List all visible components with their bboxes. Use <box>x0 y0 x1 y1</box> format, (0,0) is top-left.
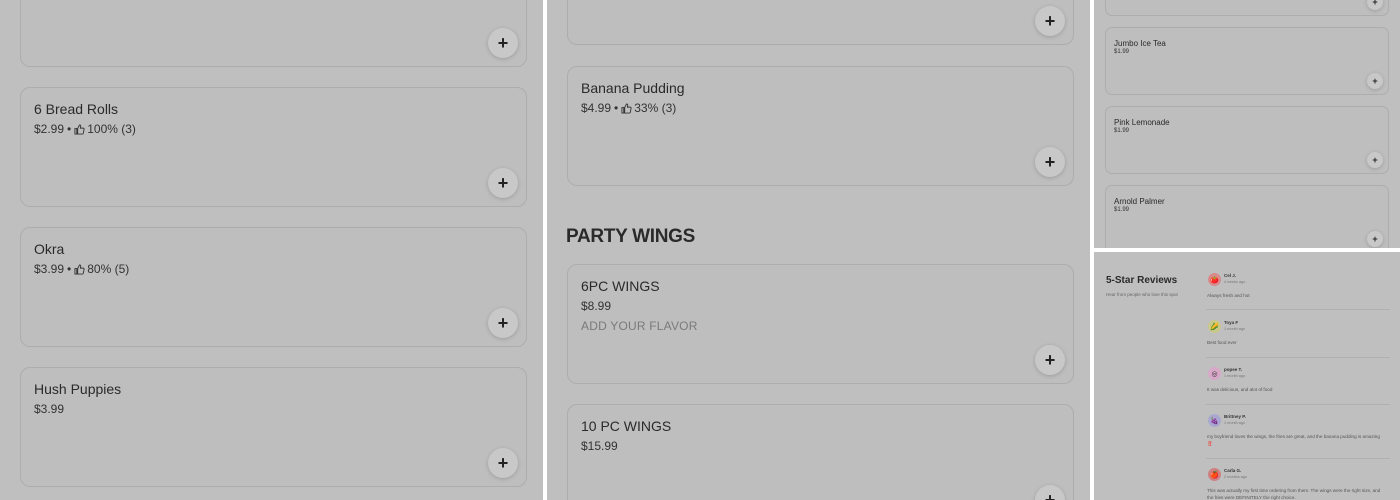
menu-item-card[interactable]: Banana Pudding $4.99 • 33% (3) + <box>567 66 1074 186</box>
reviewer-name: popee T. <box>1224 367 1243 372</box>
reviews-title: 5-Star Reviews <box>1106 275 1178 286</box>
item-price: $3.99 <box>34 402 65 416</box>
menu-item-card[interactable]: + <box>20 0 527 67</box>
add-item-button[interactable]: + <box>1367 73 1383 89</box>
item-title: 6 Bread Rolls <box>34 101 119 117</box>
review-time: 1 month ago <box>1224 374 1246 378</box>
menu-panel-drinks: + Jumbo Ice Tea $1.99 + Pink Lemonade $1… <box>1094 0 1400 248</box>
menu-item-card[interactable]: Hush Puppies $3.99 + <box>20 367 527 487</box>
item-title: Pink Lemonade <box>1114 118 1170 127</box>
item-description: ADD YOUR FLAVOR <box>581 319 698 333</box>
review-time: 1 month ago <box>1224 327 1246 331</box>
add-item-button[interactable]: + <box>1035 6 1065 36</box>
review-item: 🍅 Cel J. 4 weeks ago Always fresh and ho… <box>1206 273 1390 310</box>
review-item: 🍎 Carla G. 2 months ago This was actuall… <box>1206 468 1390 500</box>
review-time: 4 weeks ago <box>1224 280 1246 284</box>
add-item-button[interactable]: + <box>1035 147 1065 177</box>
menu-item-card[interactable]: Jumbo Ice Tea $1.99 + <box>1105 27 1389 95</box>
item-title: Okra <box>34 241 65 257</box>
add-item-button[interactable]: + <box>488 448 518 478</box>
review-text: This was actually my first time ordering… <box>1207 488 1381 500</box>
add-item-button[interactable]: + <box>1367 152 1383 168</box>
item-meta: $3.99 <box>34 402 64 416</box>
item-meta: $3.99 • 80% (5) <box>34 262 130 276</box>
item-rating: 100% (3) <box>87 122 136 136</box>
item-title: 10 PC WINGS <box>581 418 672 434</box>
item-title: Hush Puppies <box>34 381 122 397</box>
reviews-panel: 5-Star Reviews Hear from people who love… <box>1094 252 1400 500</box>
item-title: 6PC WINGS <box>581 278 660 294</box>
reviewer-name: Toya F <box>1224 320 1239 325</box>
thumbs-up-icon <box>74 263 85 275</box>
item-title: Jumbo Ice Tea <box>1114 39 1166 48</box>
item-title: Banana Pudding <box>581 80 685 96</box>
menu-panel-desserts-wings: + Banana Pudding $4.99 • 33% (3) + PARTY… <box>547 0 1090 500</box>
item-price: $15.99 <box>581 439 618 453</box>
item-rating: 80% (5) <box>87 262 130 276</box>
menu-item-card[interactable]: 10 PC WINGS $15.99 + <box>567 404 1074 500</box>
add-item-button[interactable]: + <box>488 308 518 338</box>
menu-item-card[interactable]: 6PC WINGS $8.99 ADD YOUR FLAVOR + <box>567 264 1074 384</box>
add-item-button[interactable]: + <box>1035 345 1065 375</box>
item-price: $1.99 <box>1114 128 1130 134</box>
reviews-subtitle: Hear from people who love this spot <box>1106 292 1178 297</box>
item-price: $2.99 <box>34 122 65 136</box>
review-text: Always fresh and hot <box>1207 293 1250 298</box>
menu-item-card[interactable]: Arnold Palmer $1.99 + <box>1105 185 1389 248</box>
item-meta: $2.99 • 100% (3) <box>34 122 136 136</box>
menu-item-card[interactable]: + <box>567 0 1074 45</box>
review-text: Best food ever <box>1207 340 1237 345</box>
review-item: ◎ popee T. 1 month ago It was delicious,… <box>1206 367 1390 405</box>
avatar: 🍅 <box>1208 273 1221 286</box>
add-item-button[interactable]: + <box>1367 231 1383 247</box>
menu-item-card[interactable]: Pink Lemonade $1.99 + <box>1105 106 1389 174</box>
avatar: 🍎 <box>1208 468 1221 481</box>
reviewer-name: Brittney P. <box>1224 414 1246 419</box>
review-time: 2 months ago <box>1224 475 1248 479</box>
add-item-button[interactable]: + <box>1367 0 1383 10</box>
section-title: PARTY WINGS <box>566 226 696 247</box>
review-text: my boyfriend loves the wings, the fries … <box>1207 434 1380 446</box>
item-price: $4.99 <box>581 101 612 115</box>
review-item: 🌽 Toya F 1 month ago Best food ever <box>1206 320 1390 358</box>
menu-panel-sides: + 6 Bread Rolls $2.99 • 100% (3) + Okra … <box>0 0 543 500</box>
item-price: $1.99 <box>1114 49 1130 55</box>
thumbs-up-icon <box>74 123 85 135</box>
review-time: 1 month ago <box>1224 421 1246 425</box>
avatar: ◎ <box>1208 367 1221 380</box>
item-rating: 33% (3) <box>634 101 677 115</box>
item-title: Arnold Palmer <box>1114 197 1165 206</box>
item-price: $8.99 <box>581 299 612 313</box>
item-meta: $4.99 • 33% (3) <box>581 101 677 115</box>
menu-item-card[interactable]: Okra $3.99 • 80% (5) + <box>20 227 527 347</box>
review-text: It was delicious, and alot of food <box>1207 387 1273 392</box>
item-price: $1.99 <box>1114 207 1130 213</box>
item-price: $3.99 <box>34 262 65 276</box>
avatar: 🍇 <box>1208 414 1221 427</box>
menu-item-card[interactable]: 6 Bread Rolls $2.99 • 100% (3) + <box>20 87 527 207</box>
reviewer-name: Cel J. <box>1224 273 1237 278</box>
menu-item-card[interactable]: + <box>1105 0 1389 16</box>
avatar: 🌽 <box>1208 320 1221 333</box>
thumbs-up-icon <box>621 102 632 114</box>
review-item: 🍇 Brittney P. 1 month ago my boyfriend l… <box>1206 414 1390 459</box>
reviewer-name: Carla G. <box>1224 468 1242 473</box>
add-item-button[interactable]: + <box>488 28 518 58</box>
add-item-button[interactable]: + <box>488 168 518 198</box>
add-item-button[interactable]: + <box>1035 485 1065 500</box>
